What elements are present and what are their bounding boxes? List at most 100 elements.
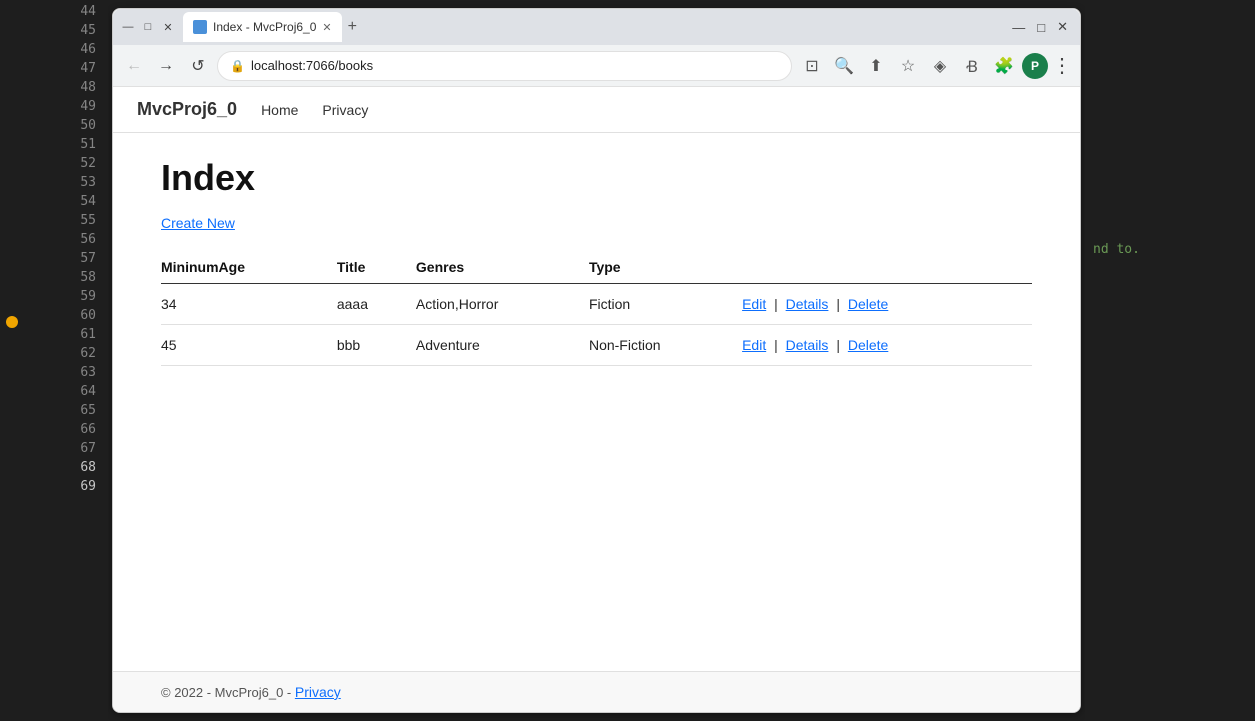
- row1-edit-button[interactable]: Edit: [742, 296, 766, 312]
- line-45: 45: [0, 21, 100, 40]
- line-51: 51: [0, 135, 100, 154]
- line-68: 68: [0, 458, 100, 477]
- line-67: 67: [0, 439, 100, 458]
- line-58: 58: [0, 268, 100, 287]
- window-minimize-button[interactable]: —: [1012, 20, 1025, 35]
- col-header-type: Type: [589, 251, 742, 284]
- row2-title: bbb: [337, 325, 416, 366]
- row2-details-button[interactable]: Details: [786, 337, 829, 353]
- forward-button[interactable]: →: [153, 53, 179, 79]
- row2-delete-button[interactable]: Delete: [848, 337, 888, 353]
- more-options-button[interactable]: ⋮: [1052, 56, 1072, 76]
- close-button[interactable]: ✕: [161, 20, 175, 34]
- url-display: localhost:7066/books: [251, 58, 779, 73]
- table-header-row: MininumAge Title Genres Type: [161, 251, 1032, 284]
- line-65: 65: [0, 401, 100, 420]
- row2-genres: Adventure: [416, 325, 589, 366]
- line-48: 48: [0, 78, 100, 97]
- line-49: 49: [0, 97, 100, 116]
- line-66: 66: [0, 420, 100, 439]
- active-tab[interactable]: Index - MvcProj6_0 ✕: [183, 12, 342, 42]
- window-close-button[interactable]: ✕: [1057, 19, 1068, 35]
- screenshot-icon[interactable]: ⊡: [798, 52, 826, 80]
- line-62: 62: [0, 344, 100, 363]
- edge-icon[interactable]: ◈: [926, 52, 954, 80]
- row2-sep1: |: [774, 337, 778, 353]
- maximize-button[interactable]: □: [141, 20, 155, 34]
- breakpoint-dot: [6, 316, 18, 328]
- line-61: 61: [0, 325, 100, 344]
- table-row: 45 bbb Adventure Non-Fiction Edit | Deta…: [161, 325, 1032, 366]
- line-numbers: 44 45 46 47 48 49 50 51 52 53 54 55 56 5…: [0, 0, 108, 721]
- back-button[interactable]: ←: [121, 53, 147, 79]
- share-icon[interactable]: ⬆: [862, 52, 890, 80]
- window-controls: — □ ✕: [121, 20, 175, 34]
- toolbar-icons: ⊡ 🔍 ⬆ ☆ ◈ Ꞗ 🧩 P ⋮: [798, 52, 1072, 80]
- line-53: 53: [0, 173, 100, 192]
- row1-type: Fiction: [589, 284, 742, 325]
- line-69: 69: [0, 477, 100, 496]
- nav-link-home[interactable]: Home: [261, 102, 298, 118]
- page-content: MvcProj6_0 Home Privacy Index Create New…: [113, 87, 1080, 712]
- row1-details-button[interactable]: Details: [786, 296, 829, 312]
- bing-icon[interactable]: Ꞗ: [958, 52, 986, 80]
- row1-title: aaaa: [337, 284, 416, 325]
- row2-edit-button[interactable]: Edit: [742, 337, 766, 353]
- line-59: 59: [0, 287, 100, 306]
- row2-actions: Edit | Details | Delete: [742, 325, 1032, 366]
- reload-button[interactable]: ↺: [185, 53, 211, 79]
- row1-genres: Action,Horror: [416, 284, 589, 325]
- right-code-text: nd to.: [1085, 240, 1255, 259]
- lock-icon: 🔒: [230, 59, 245, 73]
- col-header-title: Title: [337, 251, 416, 284]
- main-content: Index Create New MininumAge Title Genres…: [113, 133, 1080, 671]
- col-header-actions: [742, 251, 1032, 284]
- row1-delete-button[interactable]: Delete: [848, 296, 888, 312]
- line-64: 64: [0, 382, 100, 401]
- books-table: MininumAge Title Genres Type 34 aaaa Act…: [161, 251, 1032, 366]
- line-46: 46: [0, 40, 100, 59]
- site-footer: © 2022 - MvcProj6_0 - Privacy: [113, 671, 1080, 712]
- row1-sep1: |: [774, 296, 778, 312]
- extensions-icon[interactable]: 🧩: [990, 52, 1018, 80]
- bookmark-icon[interactable]: ☆: [894, 52, 922, 80]
- site-nav: MvcProj6_0 Home Privacy: [113, 87, 1080, 133]
- line-57: 57: [0, 249, 100, 268]
- line-44: 44: [0, 2, 100, 21]
- address-bar: ← → ↺ 🔒 localhost:7066/books ⊡ 🔍 ⬆ ☆ ◈ Ꞗ…: [113, 45, 1080, 87]
- zoom-icon[interactable]: 🔍: [830, 52, 858, 80]
- row1-minage: 34: [161, 284, 337, 325]
- create-new-link[interactable]: Create New: [161, 215, 235, 231]
- row2-sep2: |: [836, 337, 840, 353]
- col-header-genres: Genres: [416, 251, 589, 284]
- line-54: 54: [0, 192, 100, 211]
- line-63: 63: [0, 363, 100, 382]
- row2-minage: 45: [161, 325, 337, 366]
- tab-close-button[interactable]: ✕: [322, 21, 331, 34]
- line-56: 56: [0, 230, 100, 249]
- line-50: 50: [0, 116, 100, 135]
- title-bar: — □ ✕ Index - MvcProj6_0 ✕ + — □ ✕: [113, 9, 1080, 45]
- nav-link-privacy[interactable]: Privacy: [322, 102, 368, 118]
- site-brand[interactable]: MvcProj6_0: [137, 99, 237, 120]
- browser-window: — □ ✕ Index - MvcProj6_0 ✕ + — □ ✕ ← → ↺…: [112, 8, 1081, 713]
- col-header-minage: MininumAge: [161, 251, 337, 284]
- tab-favicon: [193, 20, 207, 34]
- line-47: 47: [0, 59, 100, 78]
- new-tab-button[interactable]: +: [342, 18, 363, 36]
- profile-button[interactable]: P: [1022, 53, 1048, 79]
- row2-type: Non-Fiction: [589, 325, 742, 366]
- row1-actions: Edit | Details | Delete: [742, 284, 1032, 325]
- minimize-button[interactable]: —: [121, 20, 135, 34]
- footer-copyright: © 2022 - MvcProj6_0 -: [161, 685, 291, 700]
- row1-sep2: |: [836, 296, 840, 312]
- page-title: Index: [161, 157, 1032, 199]
- tab-bar: Index - MvcProj6_0 ✕ +: [183, 12, 1012, 42]
- footer-privacy-link[interactable]: Privacy: [295, 684, 341, 700]
- window-restore-button[interactable]: □: [1037, 20, 1045, 35]
- address-input-wrap[interactable]: 🔒 localhost:7066/books: [217, 51, 792, 81]
- tab-title: Index - MvcProj6_0: [213, 20, 316, 34]
- code-editor-panel: 44 45 46 47 48 49 50 51 52 53 54 55 56 5…: [0, 0, 108, 721]
- line-55: 55: [0, 211, 100, 230]
- title-bar-controls: — □ ✕: [1012, 19, 1072, 35]
